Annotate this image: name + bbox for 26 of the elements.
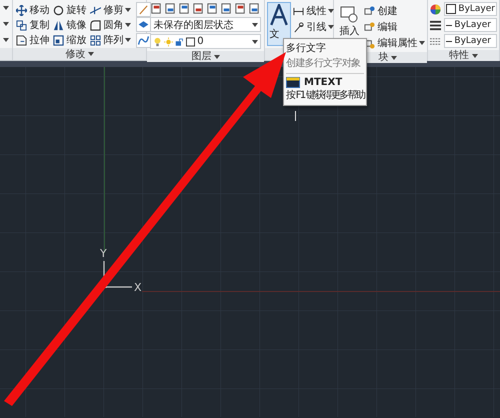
tool-button[interactable]: 阵列 [90,33,134,47]
color-dropdown[interactable]: ByLayer [444,2,497,16]
panel-label[interactable]: 修改 [65,48,86,60]
help-hint: 按 F1 键获得更多帮助 [286,89,364,102]
tool-button[interactable]: 移动 [16,3,52,17]
tool-button[interactable]: 引线 [293,20,334,34]
tool-button[interactable]: 修剪 [90,3,134,17]
tool-button[interactable]: 圆角 [90,18,134,32]
panel-label[interactable]: 图层 [191,51,212,62]
tool-button[interactable]: 编辑属性 [364,36,426,50]
tool-button[interactable]: 旋转 [53,3,90,17]
command-name: MTEXT [304,77,342,88]
tool-button[interactable]: 拉伸 [16,33,52,47]
layer-dropdown[interactable]: 0 [150,34,262,49]
layer-state-dropdown[interactable]: 未保存的图层状态 [150,17,262,32]
tool-button[interactable]: 创建 [364,4,426,18]
tool-button[interactable]: 编辑 [364,20,426,34]
tooltip-description: 创建多行文字对象 [286,56,362,70]
insert-button[interactable]: 插入 [336,2,362,46]
panel-label[interactable]: 块 [378,52,388,63]
tool-button[interactable]: 复制 [16,18,52,32]
linetype-dropdown[interactable]: ByLayer [444,34,497,48]
tool-button[interactable]: 镜像 [53,18,90,32]
tool-button[interactable]: 线性 [293,4,334,18]
tool-button[interactable]: 缩放 [53,33,90,47]
lineweight-dropdown[interactable]: ByLayer [444,18,497,32]
